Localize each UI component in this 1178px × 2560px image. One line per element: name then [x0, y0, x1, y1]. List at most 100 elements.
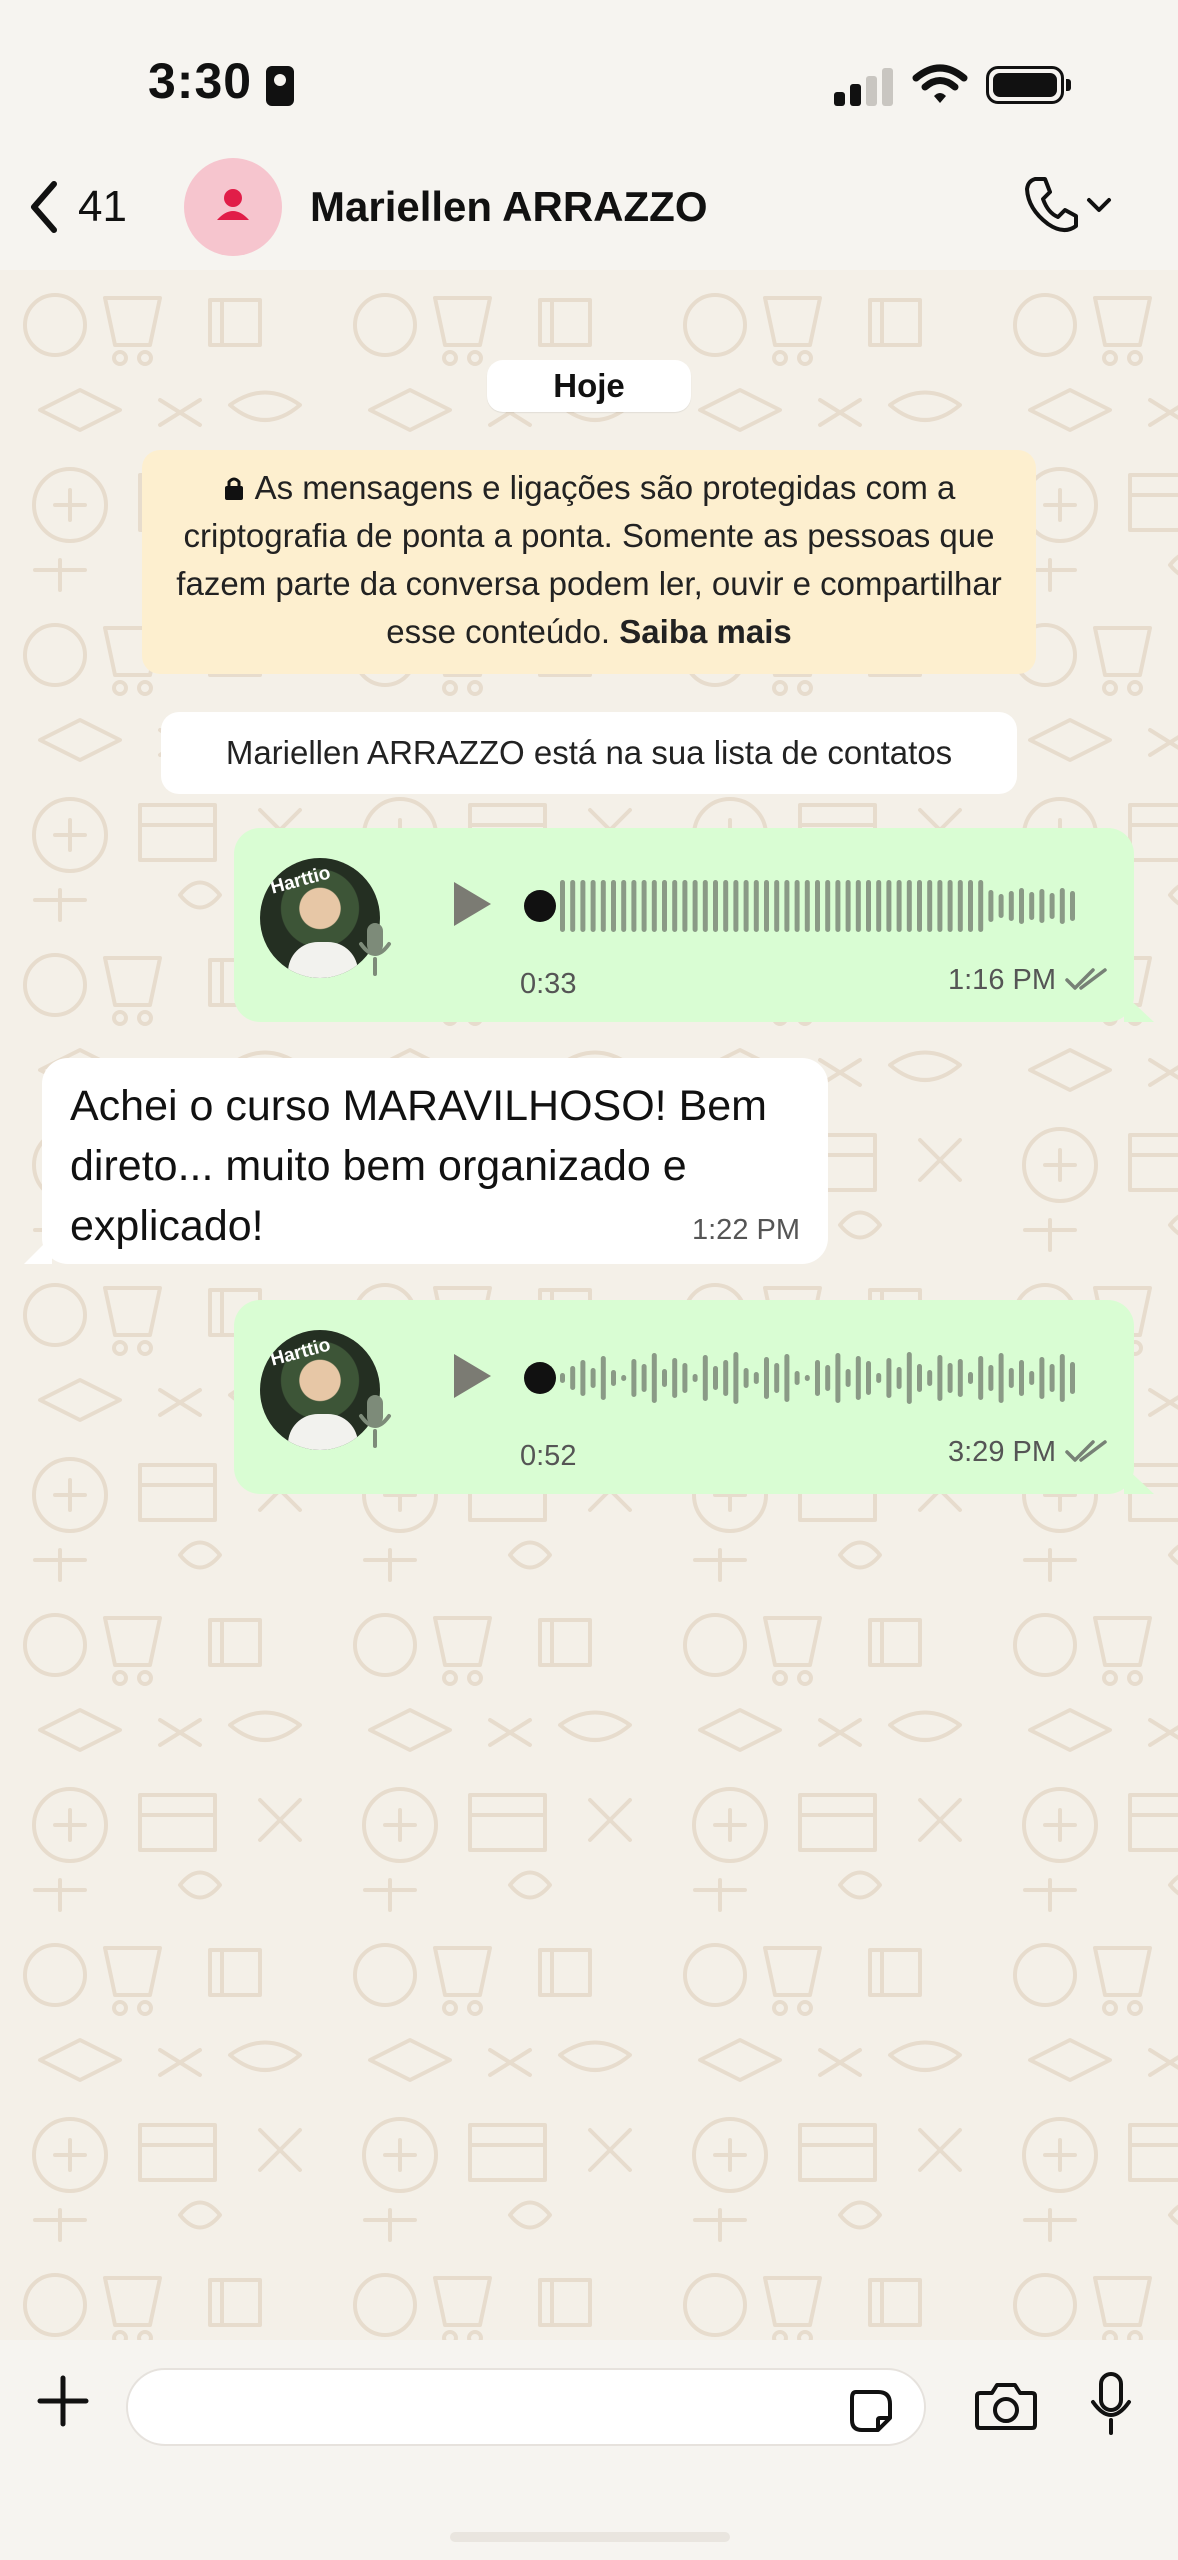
waveform-bar — [600, 880, 606, 932]
waveform-bar — [1049, 893, 1055, 919]
waveform-bar — [641, 880, 647, 932]
contact-name[interactable]: Mariellen ARRAZZO — [310, 183, 707, 231]
contact-notice: Mariellen ARRAZZO está na sua lista de c… — [161, 712, 1017, 794]
waveform-bar — [570, 1366, 576, 1390]
unread-count: 41 — [78, 182, 127, 231]
waveform-bar — [825, 1365, 831, 1391]
waveform-bar — [702, 880, 708, 932]
waveform-bar — [672, 880, 678, 932]
waveform-bar — [804, 1375, 810, 1381]
chat-area[interactable]: Hoje As mensagens e ligações são protegi… — [0, 270, 1178, 2340]
waveform-bar — [1019, 888, 1024, 924]
learn-more-link[interactable]: Saiba mais — [619, 613, 791, 650]
waveform-bar — [825, 880, 831, 932]
waveform-bar — [896, 1367, 902, 1389]
waveform-bar — [794, 1371, 800, 1385]
message-time: 1:22 PM — [692, 1214, 800, 1246]
wifi-icon — [912, 64, 968, 103]
waveform-bar — [906, 1352, 912, 1404]
contact-avatar[interactable] — [184, 158, 282, 256]
person-icon — [217, 189, 249, 220]
waveform-bar — [978, 1356, 984, 1400]
microphone-icon — [359, 1395, 391, 1448]
waveform-bar — [1070, 891, 1075, 921]
playhead-dot[interactable] — [524, 890, 556, 922]
waveform-bar — [784, 880, 790, 932]
waveform-bar — [917, 880, 922, 932]
voice-message[interactable]: 0:52 3:29 PM — [234, 1300, 1154, 1494]
waveform-bar — [733, 1352, 739, 1404]
waveform-bar — [1039, 889, 1045, 923]
waveform-bar — [753, 880, 759, 932]
waveform-bar — [590, 880, 596, 932]
message-time: 1:16 PM — [948, 964, 1056, 996]
waveform-bar — [692, 880, 698, 932]
waveform-bar — [774, 1363, 780, 1393]
back-button[interactable]: 41 — [28, 180, 127, 234]
waveform-bar — [641, 1364, 647, 1392]
waveform-bar — [784, 1354, 790, 1402]
waveform-bar — [743, 880, 749, 932]
waveform-bar — [590, 1368, 596, 1388]
encryption-notice[interactable]: As mensagens e ligações são protegidas c… — [142, 450, 1036, 674]
waveform-bar — [723, 880, 729, 932]
cellular-signal-icon — [834, 68, 894, 106]
contact-card-icon — [266, 66, 294, 106]
waveform-bar — [968, 880, 973, 932]
waveform-bar — [764, 1357, 769, 1399]
audio-waveform[interactable] — [524, 1346, 1084, 1410]
waveform-bar — [957, 880, 963, 932]
waveform-bar — [611, 1370, 616, 1386]
waveform-bar — [794, 880, 800, 932]
waveform-bar — [662, 1369, 667, 1387]
plus-icon[interactable] — [36, 2374, 90, 2428]
waveform-bar — [1059, 888, 1065, 924]
chevron-down-icon — [1087, 198, 1111, 212]
sticker-icon[interactable] — [848, 2388, 894, 2434]
waveform-bar — [927, 880, 933, 932]
waveform-bar — [764, 880, 769, 932]
waveform-bar — [917, 1364, 922, 1392]
waveform-bar — [1008, 891, 1014, 921]
play-icon[interactable] — [446, 876, 498, 932]
message-time: 3:29 PM — [948, 1436, 1056, 1468]
waveform-bar — [743, 1368, 749, 1388]
play-icon[interactable] — [446, 1348, 498, 1404]
waveform-bar — [845, 1369, 851, 1387]
waveform-bar — [1029, 1371, 1035, 1385]
waveform-bar — [631, 1359, 637, 1397]
waveform-bar — [927, 1370, 933, 1386]
message-input-bar — [0, 2340, 1178, 2560]
call-button[interactable] — [1020, 174, 1114, 236]
waveform-bar — [1039, 1357, 1045, 1399]
waveform-bar — [957, 1359, 963, 1397]
waveform-bar — [1070, 1362, 1075, 1394]
waveform-bar — [1008, 1368, 1014, 1388]
audio-waveform[interactable] — [524, 874, 1084, 938]
waveform-bar — [1049, 1364, 1055, 1392]
incoming-message[interactable]: Achei o curso MARAVILHOSO! Bem direto...… — [24, 1058, 828, 1264]
waveform-bar — [906, 880, 912, 932]
phone-icon — [1025, 177, 1078, 232]
waveform-bar — [947, 1363, 953, 1393]
voice-message[interactable]: 0:33 1:16 PM — [234, 828, 1154, 1022]
waveform-bar — [651, 1353, 657, 1403]
chat-header: 41 Mariellen ARRAZZO — [0, 150, 1178, 270]
waveform-bar — [560, 1373, 565, 1383]
waveform-bar — [988, 1365, 994, 1391]
camera-icon[interactable] — [974, 2378, 1038, 2432]
waveform-bar — [855, 1356, 861, 1400]
microphone-icon[interactable] — [1088, 2370, 1134, 2436]
waveform-bar — [968, 1372, 973, 1384]
waveform-bar — [866, 1361, 871, 1395]
status-bar: 3:30 — [0, 0, 1178, 150]
waveform-bar — [886, 880, 892, 932]
status-time: 3:30 — [148, 53, 253, 109]
waveform-bar — [570, 880, 576, 932]
waveform-bar — [978, 880, 984, 932]
playhead-dot[interactable] — [524, 1362, 556, 1394]
lock-icon — [224, 477, 243, 500]
read-ticks-icon — [1065, 968, 1107, 990]
message-input[interactable] — [126, 2368, 926, 2446]
voice-duration: 0:52 — [520, 1440, 577, 1472]
